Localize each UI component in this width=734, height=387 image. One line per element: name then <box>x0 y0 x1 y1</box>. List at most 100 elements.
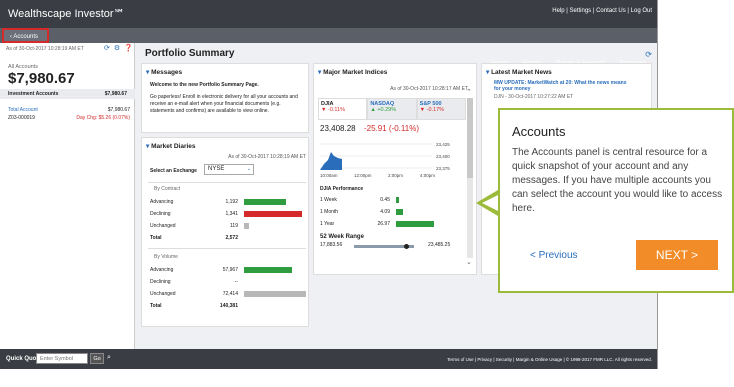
performance-bar <box>396 209 403 215</box>
go-button[interactable]: Go <box>90 353 104 364</box>
x-tick: 4:00pm <box>420 173 435 178</box>
nav-bar: Service ⌄ Reports ⌄ Markets & Research ⌄… <box>0 28 657 66</box>
exchange-label: Select an Exchange <box>150 168 197 174</box>
total-account-row[interactable]: Total Account $7,980.67 <box>8 107 130 113</box>
index-card-djia[interactable]: DJIA ▼ -0.11% <box>318 98 368 120</box>
index-card-sp500[interactable]: S&P 500 ▼ -0.17% <box>416 98 466 120</box>
collapse-icon[interactable]: ▾ <box>486 69 489 76</box>
x-tick: 10:00am <box>320 173 338 178</box>
by-volume-label: By Volume <box>154 254 178 260</box>
x-tick: 2:00pm <box>388 173 403 178</box>
range-bar <box>354 244 414 249</box>
account-number[interactable]: Z03-000019 <box>8 115 35 121</box>
advancing-bar <box>244 267 292 273</box>
index-cards: DJIA ▼ -0.11% NASDAQ ▲ +0.29% S&P 500 ▼ … <box>318 98 466 120</box>
exchange-select[interactable]: NYSE ⌄ <box>204 164 254 175</box>
contract-declining-row: Declining 1,341 <box>150 210 302 219</box>
investment-accounts-value: $7,980.67 <box>104 91 127 97</box>
search-icon[interactable]: ⌕ <box>107 354 111 362</box>
divider <box>148 248 306 249</box>
market-diaries-title: ▾ Market Diaries <box>146 143 196 150</box>
range-low: 17,883.56 <box>320 242 343 248</box>
market-diaries-panel: ▾ Market Diaries As of 30-Oct-2017 10:28… <box>141 137 309 327</box>
perf-1month: 1 Month 4.09 <box>320 208 470 217</box>
djia-current-change: -25.91 (-0.11%) <box>364 124 419 133</box>
next-button[interactable]: NEXT > <box>636 240 718 270</box>
down-arrow-icon: ▼ <box>321 107 327 113</box>
contract-advancing-row: Advancing 1,192 <box>150 198 300 207</box>
messages-welcome: Welcome to the new Portfolio Summary Pag… <box>150 82 259 88</box>
panel-tools: ⟳ ⚙ ❓ <box>104 44 134 52</box>
accounts-panel: As of 30-Oct-2017 10:28:19 AM ET ⟳ ⚙ ❓ A… <box>0 43 135 349</box>
volume-unchanged-row: Unchanged 72,414 <box>150 290 306 299</box>
all-accounts-total: $7,980.67 <box>8 70 75 87</box>
djia-intraday-chart: 23,425 23,400 23,375 10:00am 12:00pm 2:0… <box>320 142 450 178</box>
messages-title: ▾ Messages <box>146 69 183 76</box>
tour-callout: Accounts The Accounts panel is central r… <box>498 108 734 293</box>
scrollbar[interactable] <box>467 98 473 258</box>
messages-panel: ▾ Messages Welcome to the new Portfolio … <box>141 63 309 133</box>
news-meta: DJN - 30-Oct-2017 10:27:22 AM ET <box>494 94 574 100</box>
index-card-nasdaq[interactable]: NASDAQ ▲ +0.29% <box>367 98 417 120</box>
y-tick: 23,375 <box>436 166 450 171</box>
accounts-timestamp: As of 30-Oct-2017 10:28:19 AM ET <box>6 46 84 52</box>
performance-bar <box>396 221 434 227</box>
callout-pointer-inner <box>482 195 498 211</box>
accounts-tab[interactable]: ‹ Accounts <box>2 28 49 43</box>
market-indices-panel: ▾ Major Market Indices As of 30-Oct-2017… <box>313 63 477 275</box>
gear-icon[interactable]: ⚙ <box>114 45 121 52</box>
footer-bar: Quick Quote Go ⌕ Terms of Use | Privacy … <box>0 349 657 369</box>
indices-as-of: As of 30-Oct-2017 10:28:17 AM ET <box>390 86 468 92</box>
collapse-icon[interactable]: ▾ <box>146 69 149 76</box>
performance-bar <box>396 197 399 203</box>
tour-body: The Accounts panel is central resource f… <box>512 147 723 214</box>
top-links[interactable]: Help | Settings | Contact Us | Log Out <box>552 8 652 14</box>
range-title: 52 Week Range <box>320 234 364 240</box>
contract-total-row: Total 2,572 <box>150 235 238 241</box>
y-tick: 23,400 <box>436 154 450 159</box>
total-account-link[interactable]: Total Account <box>8 107 38 113</box>
legal-links[interactable]: Terms of Use | Privacy | Security | Marg… <box>447 357 652 362</box>
previous-button[interactable]: < Previous <box>530 250 578 261</box>
top-bar: Wealthscape Investor℠ Help | Settings | … <box>0 0 657 28</box>
range-marker <box>404 244 409 249</box>
x-tick: 12:00pm <box>354 173 372 178</box>
declining-bar <box>244 211 302 217</box>
perf-1year: 1 Year 26.97 <box>320 220 470 229</box>
djia-area <box>320 152 342 170</box>
collapse-icon[interactable]: ▾ <box>318 69 321 76</box>
page-title: Portfolio Summary <box>145 48 235 59</box>
account-row[interactable]: Z03-000019 Day Chg: $5.26 (0.07%) <box>8 115 130 121</box>
account-day-change: Day Chg: $5.26 (0.07%) <box>76 115 130 121</box>
scroll-up-icon[interactable]: ⌃ <box>466 88 472 96</box>
contract-unchanged-row: Unchanged 119 <box>150 222 300 231</box>
messages-body[interactable]: Go paperless! Enroll in electronic deliv… <box>150 94 305 115</box>
y-tick: 23,425 <box>436 142 450 147</box>
range-high: 23,485.25 <box>428 242 451 248</box>
help-icon[interactable]: ❓ <box>124 45 134 52</box>
tour-title: Accounts <box>512 124 566 139</box>
performance-title: DJIA Performance <box>320 186 364 192</box>
unchanged-bar <box>244 291 306 297</box>
chevron-down-icon: ⌄ <box>246 166 251 172</box>
total-account-value: $7,980.67 <box>107 107 130 113</box>
brand-logo: Wealthscape Investor℠ <box>8 8 125 20</box>
investment-accounts-label: Investment Accounts <box>8 91 59 97</box>
collapse-icon[interactable]: ▾ <box>146 143 149 150</box>
divider <box>148 182 306 183</box>
refresh-icon[interactable]: ⟳ <box>104 45 111 52</box>
down-arrow-icon: ▼ <box>419 107 426 113</box>
news-title: ▾ Latest Market News <box>486 69 552 76</box>
perf-1week: 1 Week 0.45 <box>320 196 470 205</box>
refresh-icon[interactable]: ⟳ <box>645 50 652 59</box>
scroll-down-icon[interactable]: ⌄ <box>466 258 472 266</box>
djia-current-value: 23,408.28 <box>320 124 356 133</box>
unchanged-bar <box>244 223 249 229</box>
volume-declining-row: Declining -- <box>150 279 238 285</box>
volume-total-row: Total 140,381 <box>150 303 238 309</box>
quick-quote-input[interactable] <box>36 353 88 364</box>
volume-advancing-row: Advancing 57,967 <box>150 266 300 275</box>
news-headline[interactable]: MW UPDATE: MarketWatch at 20: What the n… <box>494 80 634 92</box>
up-arrow-icon: ▲ <box>370 107 376 113</box>
indices-title: ▾ Major Market Indices <box>318 69 388 76</box>
